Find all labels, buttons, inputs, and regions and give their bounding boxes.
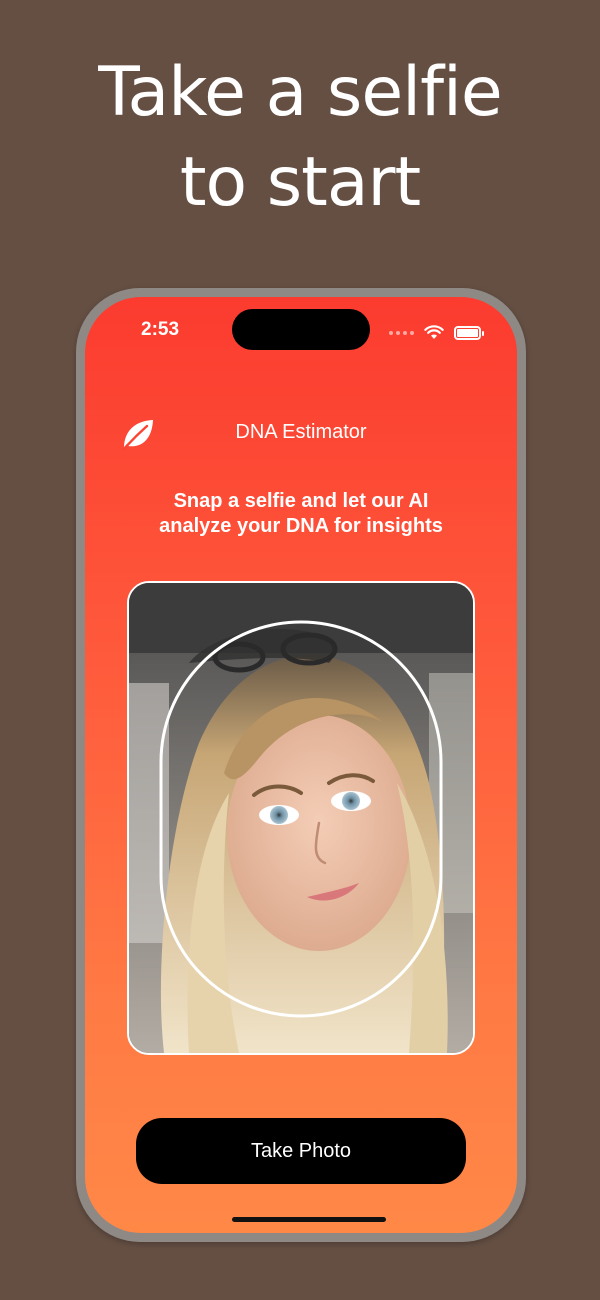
battery-icon bbox=[454, 325, 484, 340]
promo-headline-line2: to start bbox=[179, 143, 421, 222]
camera-preview[interactable] bbox=[127, 581, 475, 1055]
status-icons bbox=[389, 325, 484, 340]
cellular-signal-icon bbox=[389, 330, 414, 335]
subtitle: Snap a selfie and let our AI analyze you… bbox=[125, 489, 477, 539]
phone-frame: 2:53 DNA Estimator Snap a selfie and let… bbox=[76, 288, 526, 1242]
app-title: DNA Estimator bbox=[235, 421, 367, 443]
promo-headline-line1: Take a selfie bbox=[98, 53, 502, 132]
subtitle-line1: Snap a selfie and let our AI bbox=[173, 490, 429, 512]
home-indicator[interactable] bbox=[232, 1217, 386, 1222]
take-photo-button[interactable]: Take Photo bbox=[136, 1118, 466, 1184]
selfie-preview-image bbox=[129, 583, 473, 1053]
phone-screen: 2:53 DNA Estimator Snap a selfie and let… bbox=[85, 297, 517, 1233]
subtitle-line2: analyze your DNA for insights bbox=[159, 515, 443, 537]
promo-screen: Take a selfie to start 2:53 DNA Estimato… bbox=[0, 0, 600, 1300]
promo-headline: Take a selfie to start bbox=[0, 48, 600, 228]
wifi-icon bbox=[424, 325, 444, 339]
status-time: 2:53 bbox=[141, 319, 180, 340]
dynamic-island bbox=[232, 309, 370, 350]
